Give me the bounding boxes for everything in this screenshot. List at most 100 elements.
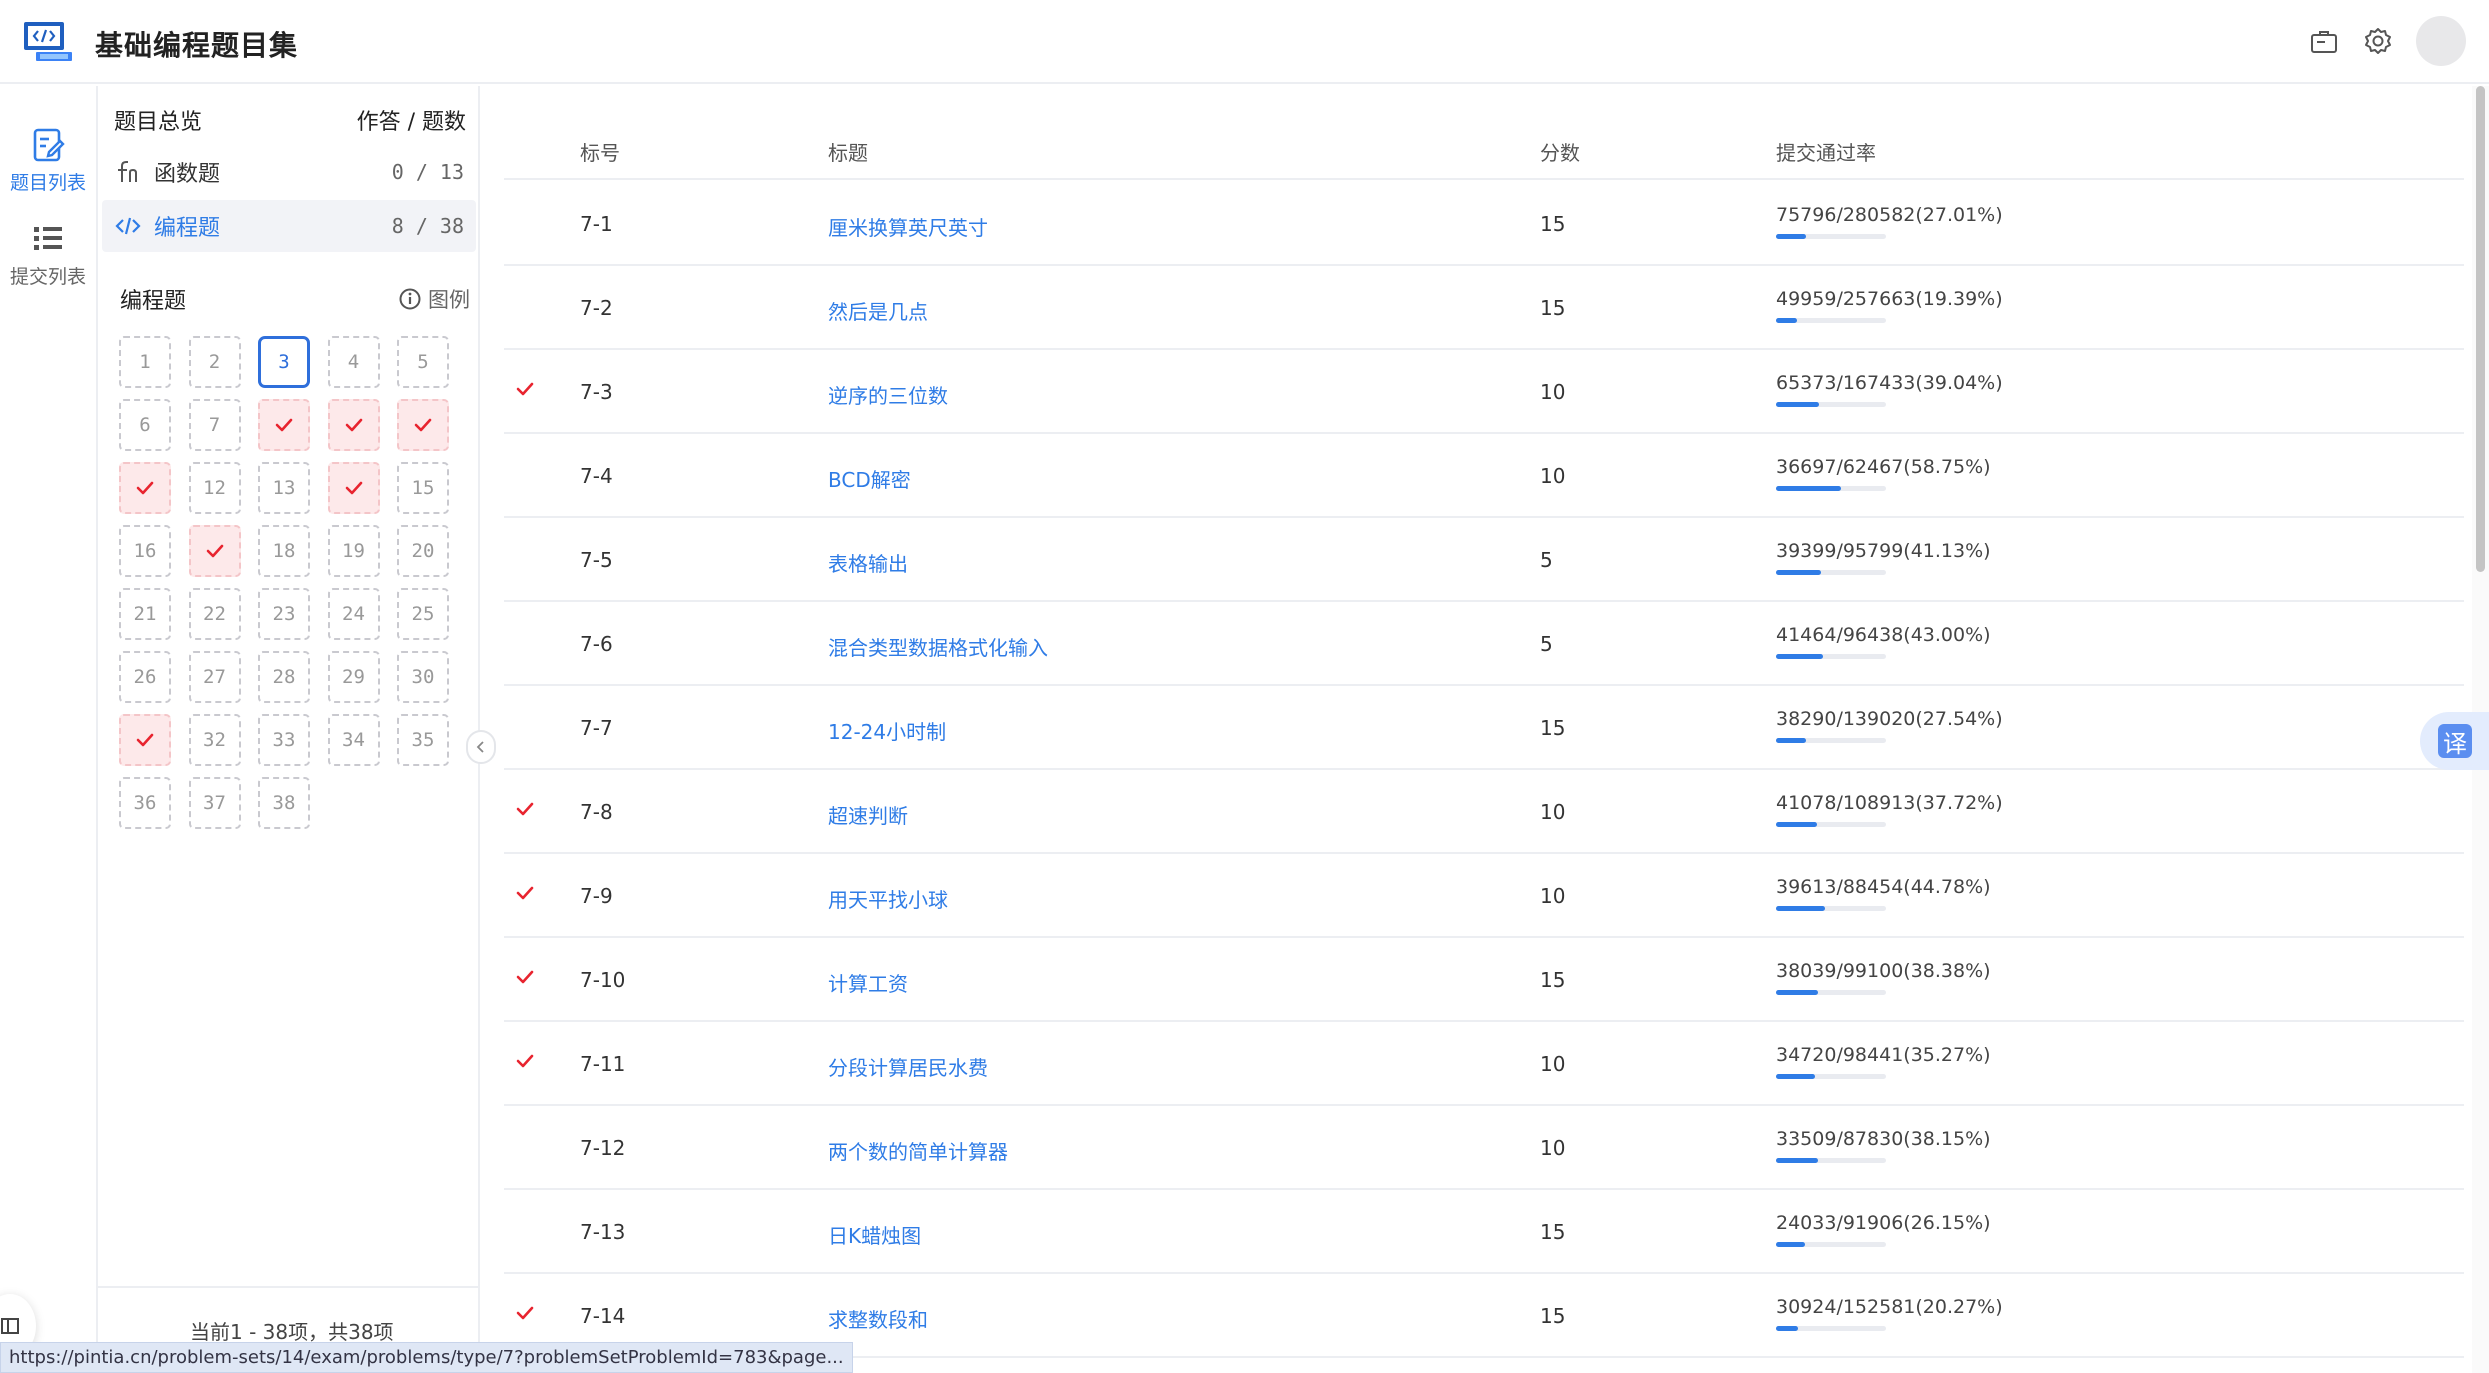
question-cell[interactable] <box>327 399 380 451</box>
question-cell[interactable]: 22 <box>188 588 241 640</box>
gear-icon[interactable] <box>2362 26 2394 58</box>
question-cell[interactable] <box>397 399 449 451</box>
left-rail: 题目列表 提交列表 <box>0 86 98 1373</box>
question-cell[interactable]: 26 <box>119 651 171 703</box>
question-cell[interactable]: 18 <box>258 525 310 577</box>
pass-rate-bar-fill <box>1776 1158 1818 1163</box>
avatar[interactable] <box>2416 16 2466 66</box>
table-row[interactable]: 7-13 日K蜡烛图 15 24033/91906(26.15%) <box>504 1190 2464 1274</box>
rail-item-submission-list[interactable]: 提交列表 <box>0 200 96 290</box>
logo-icon[interactable] <box>22 18 72 64</box>
table-row[interactable]: 7-8 超速判断 10 41078/108913(37.72%) <box>504 770 2464 854</box>
check-icon <box>414 418 432 432</box>
type-programming[interactable]: 编程题 8 / 38 <box>102 200 476 252</box>
pass-rate-bar-fill <box>1776 570 1822 575</box>
table-row[interactable]: 7-4 BCD解密 10 36697/62467(58.75%) <box>504 434 2464 518</box>
problem-title-link[interactable]: 计算工资 <box>828 968 1468 997</box>
question-cell[interactable]: 25 <box>397 588 449 640</box>
pass-rate-bar-fill <box>1776 318 1798 323</box>
question-cell[interactable]: 15 <box>397 462 449 514</box>
translate-button[interactable]: 译 <box>2420 712 2489 770</box>
table-row[interactable]: 7-2 然后是几点 15 49959/257663(19.39%) <box>504 266 2464 350</box>
question-cell[interactable]: 36 <box>119 777 171 829</box>
table-row[interactable]: 7-1 厘米换算英尺英寸 15 75796/280582(27.01%) <box>504 182 2464 266</box>
type-label: 编程题 <box>154 216 221 241</box>
problem-score: 15 <box>1540 1304 1566 1328</box>
table-row[interactable]: 7-9 用天平找小球 10 39613/88454(44.78%) <box>504 854 2464 938</box>
problem-id: 7-5 <box>580 548 613 572</box>
problem-score: 10 <box>1540 1052 1566 1076</box>
legend-button[interactable]: 图例 <box>398 284 470 314</box>
question-cell[interactable]: 37 <box>188 777 241 829</box>
problem-title-link[interactable]: 表格输出 <box>828 548 1468 577</box>
translate-icon: 译 <box>2438 724 2472 758</box>
question-cell[interactable]: 13 <box>258 462 310 514</box>
problem-title-link[interactable]: 分段计算居民水费 <box>828 1052 1468 1081</box>
problem-title-link[interactable]: 两个数的简单计算器 <box>828 1136 1468 1165</box>
check-icon <box>516 1054 534 1068</box>
question-cell[interactable]: 16 <box>119 525 171 577</box>
problem-score: 15 <box>1540 1220 1566 1244</box>
question-cell[interactable]: 20 <box>397 525 449 577</box>
table-row[interactable]: 7-7 12-24小时制 15 38290/139020(27.54%) <box>504 686 2464 770</box>
question-cell[interactable] <box>327 462 380 514</box>
question-cell[interactable] <box>119 462 171 514</box>
question-cell[interactable]: 2 <box>188 336 241 388</box>
scrollbar-thumb[interactable] <box>2476 86 2485 572</box>
question-cell[interactable]: 5 <box>397 336 449 388</box>
problem-title-link[interactable]: 12-24小时制 <box>828 716 1468 745</box>
table-row[interactable]: 7-3 逆序的三位数 10 65373/167433(39.04%) <box>504 350 2464 434</box>
check-icon <box>516 802 534 816</box>
question-cell[interactable]: 21 <box>119 588 171 640</box>
type-function[interactable]: 函数题 0 / 13 <box>102 146 476 198</box>
question-cell[interactable]: 3 <box>258 336 310 388</box>
question-cell[interactable]: 28 <box>258 651 310 703</box>
question-cell[interactable]: 6 <box>119 399 171 451</box>
question-cell[interactable]: 27 <box>188 651 241 703</box>
question-cell[interactable]: 24 <box>327 588 380 640</box>
question-cell[interactable]: 33 <box>258 714 310 766</box>
top-header: 基础编程题目集 <box>0 0 2489 84</box>
problem-title-link[interactable]: 混合类型数据格式化输入 <box>828 632 1468 661</box>
question-cell[interactable]: 35 <box>397 714 449 766</box>
problem-title-link[interactable]: 逆序的三位数 <box>828 380 1468 409</box>
pass-rate-text: 41464/96438(43.00%) <box>1776 624 1991 646</box>
question-cell[interactable] <box>119 714 171 766</box>
pass-rate-bar-fill <box>1776 990 1819 995</box>
question-cell[interactable]: 29 <box>327 651 380 703</box>
pass-rate-bar <box>1776 990 1886 995</box>
question-cell[interactable]: 1 <box>119 336 171 388</box>
problem-title-link[interactable]: 厘米换算英尺英寸 <box>828 212 1468 241</box>
problem-title-link[interactable]: 用天平找小球 <box>828 884 1468 913</box>
problem-score: 10 <box>1540 380 1566 404</box>
briefcase-icon[interactable] <box>2308 26 2340 58</box>
table-row[interactable]: 7-11 分段计算居民水费 10 34720/98441(35.27%) <box>504 1022 2464 1106</box>
question-cell[interactable]: 32 <box>188 714 241 766</box>
problem-title-link[interactable]: 超速判断 <box>828 800 1468 829</box>
question-cell[interactable]: 30 <box>397 651 449 703</box>
problem-title-link[interactable]: 日K蜡烛图 <box>828 1220 1468 1249</box>
table-row[interactable]: 7-5 表格输出 5 39399/95799(41.13%) <box>504 518 2464 602</box>
table-row[interactable]: 7-10 计算工资 15 38039/99100(38.38%) <box>504 938 2464 1022</box>
question-cell[interactable]: 23 <box>258 588 310 640</box>
problem-title-link[interactable]: BCD解密 <box>828 464 1468 493</box>
question-cell[interactable]: 4 <box>327 336 380 388</box>
pass-rate-bar <box>1776 402 1886 407</box>
pass-rate: 38039/99100(38.38%) <box>1776 960 2376 995</box>
pass-rate-text: 24033/91906(26.15%) <box>1776 1212 1991 1234</box>
rail-item-problem-list[interactable]: 题目列表 <box>0 106 96 196</box>
question-cell[interactable]: 38 <box>258 777 310 829</box>
problem-title-link[interactable]: 然后是几点 <box>828 296 1468 325</box>
question-cell[interactable]: 12 <box>188 462 241 514</box>
problem-title-link[interactable]: 求整数段和 <box>828 1304 1468 1333</box>
question-cell[interactable] <box>188 525 241 577</box>
question-cell[interactable]: 7 <box>188 399 241 451</box>
status-cell <box>514 882 574 909</box>
table-row[interactable]: 7-6 混合类型数据格式化输入 5 41464/96438(43.00%) <box>504 602 2464 686</box>
problem-id: 7-9 <box>580 884 613 908</box>
question-cell[interactable]: 34 <box>327 714 380 766</box>
pass-rate-text: 75796/280582(27.01%) <box>1776 204 2003 226</box>
question-cell[interactable] <box>258 399 310 451</box>
table-row[interactable]: 7-12 两个数的简单计算器 10 33509/87830(38.15%) <box>504 1106 2464 1190</box>
question-cell[interactable]: 19 <box>327 525 380 577</box>
